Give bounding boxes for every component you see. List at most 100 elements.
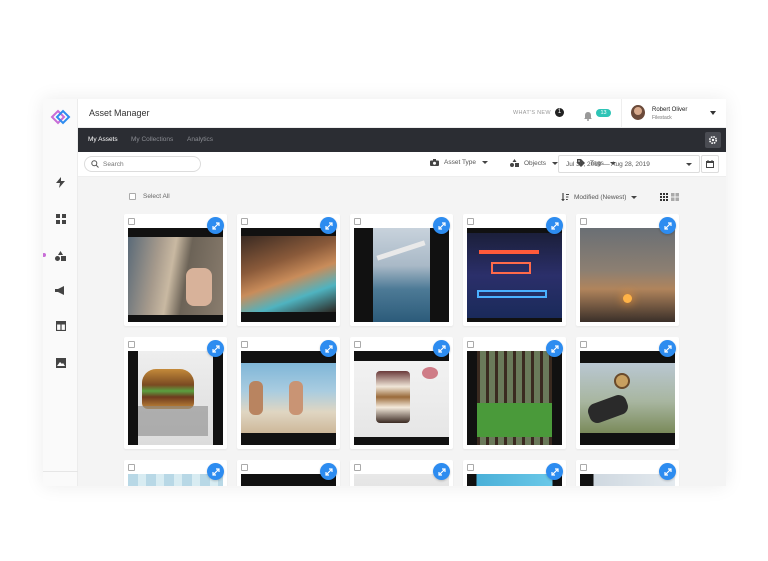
asset-card[interactable] [463,337,566,449]
logo-icon[interactable] [48,108,72,126]
asset-checkbox[interactable] [580,341,587,348]
bell-icon[interactable] [583,108,593,121]
expand-button[interactable] [320,217,337,234]
image-icon[interactable] [54,356,67,369]
expand-button[interactable] [320,340,337,357]
expand-button[interactable] [546,340,563,357]
user-org: Filestack [652,115,672,121]
expand-button[interactable] [433,217,450,234]
asset-card[interactable] [350,460,453,486]
expand-icon [663,344,672,353]
top-header: Asset Manager WHAT'S NEW 1 13 Robert Oli… [78,99,726,128]
asset-card[interactable] [350,214,453,326]
asset-checkbox[interactable] [354,341,361,348]
asset-card[interactable] [124,214,227,326]
select-all[interactable]: Select All [129,193,170,200]
expand-icon [550,467,559,476]
active-indicator [43,253,46,257]
list-view-icon[interactable] [671,193,679,201]
gear-icon [708,135,718,145]
shapes-icon[interactable] [54,249,67,262]
search-box[interactable] [84,156,201,172]
settings-button[interactable] [705,132,721,148]
asset-card[interactable] [463,460,566,486]
asset-checkbox[interactable] [128,218,135,225]
expand-button[interactable] [207,340,224,357]
asset-checkbox[interactable] [128,464,135,471]
asset-type-filter[interactable]: Asset Type [430,159,489,166]
asset-checkbox[interactable] [467,464,474,471]
asset-thumbnail[interactable] [241,351,336,445]
expand-button[interactable] [433,340,450,357]
whats-new-link[interactable]: WHAT'S NEW [513,110,551,116]
user-menu-caret-icon[interactable] [710,111,716,115]
calendar-button[interactable] [701,155,719,173]
asset-grid-area: Select All Modified (Newest) [78,177,726,486]
asset-card[interactable] [576,214,679,326]
select-all-checkbox[interactable] [129,193,136,200]
grid-view-icon[interactable] [660,193,668,201]
grid-icon[interactable] [54,212,67,225]
asset-checkbox[interactable] [354,218,361,225]
asset-thumbnail[interactable] [128,228,223,322]
layout-icon[interactable] [54,319,67,332]
asset-card[interactable] [237,460,340,486]
asset-card[interactable] [237,214,340,326]
bolt-icon[interactable] [54,176,67,189]
expand-button[interactable] [659,340,676,357]
user-divider [621,99,622,128]
expand-button[interactable] [659,463,676,480]
tab-analytics[interactable]: Analytics [187,136,213,143]
asset-thumbnail[interactable] [241,228,336,322]
expand-button[interactable] [546,217,563,234]
asset-checkbox[interactable] [241,464,248,471]
asset-checkbox[interactable] [354,464,361,471]
shapes-icon [510,159,519,167]
sort-dropdown[interactable]: Modified (Newest) [561,193,638,201]
asset-checkbox[interactable] [580,464,587,471]
expand-icon [550,221,559,230]
expand-icon [663,467,672,476]
expand-button[interactable] [320,463,337,480]
calendar-icon [706,160,714,168]
select-all-label: Select All [143,193,170,200]
expand-button[interactable] [433,463,450,480]
asset-checkbox[interactable] [241,341,248,348]
tab-my-collections[interactable]: My Collections [131,136,173,143]
avatar[interactable] [631,105,645,120]
asset-thumbnail[interactable] [128,351,223,445]
asset-card[interactable] [463,214,566,326]
asset-thumbnail[interactable] [354,351,449,445]
asset-checkbox[interactable] [467,341,474,348]
asset-checkbox[interactable] [580,218,587,225]
expand-button[interactable] [546,463,563,480]
asset-card[interactable] [124,337,227,449]
date-range-picker[interactable]: Jul 30, 2019 — Aug 28, 2019 [558,155,700,173]
asset-thumbnail[interactable] [467,228,562,322]
asset-thumbnail[interactable] [354,228,449,322]
expand-button[interactable] [207,217,224,234]
asset-card[interactable] [576,460,679,486]
user-name[interactable]: Robert Oliver [652,107,687,113]
asset-card[interactable] [576,337,679,449]
expand-button[interactable] [207,463,224,480]
asset-card[interactable] [237,337,340,449]
asset-thumbnail[interactable] [580,228,675,322]
app-title: Asset Manager [89,108,150,118]
asset-checkbox[interactable] [128,341,135,348]
search-input[interactable] [103,158,193,170]
asset-card[interactable] [350,337,453,449]
expand-icon [211,221,220,230]
asset-card[interactable] [124,460,227,486]
section-nav: My Assets My Collections Analytics [78,128,726,152]
asset-thumbnail[interactable] [580,351,675,445]
expand-icon [324,221,333,230]
expand-icon [663,221,672,230]
asset-checkbox[interactable] [467,218,474,225]
tab-my-assets[interactable]: My Assets [88,136,118,143]
expand-button[interactable] [659,217,676,234]
megaphone-icon[interactable] [54,284,67,297]
asset-checkbox[interactable] [241,218,248,225]
objects-filter[interactable]: Objects [510,159,559,167]
asset-thumbnail[interactable] [467,351,562,445]
